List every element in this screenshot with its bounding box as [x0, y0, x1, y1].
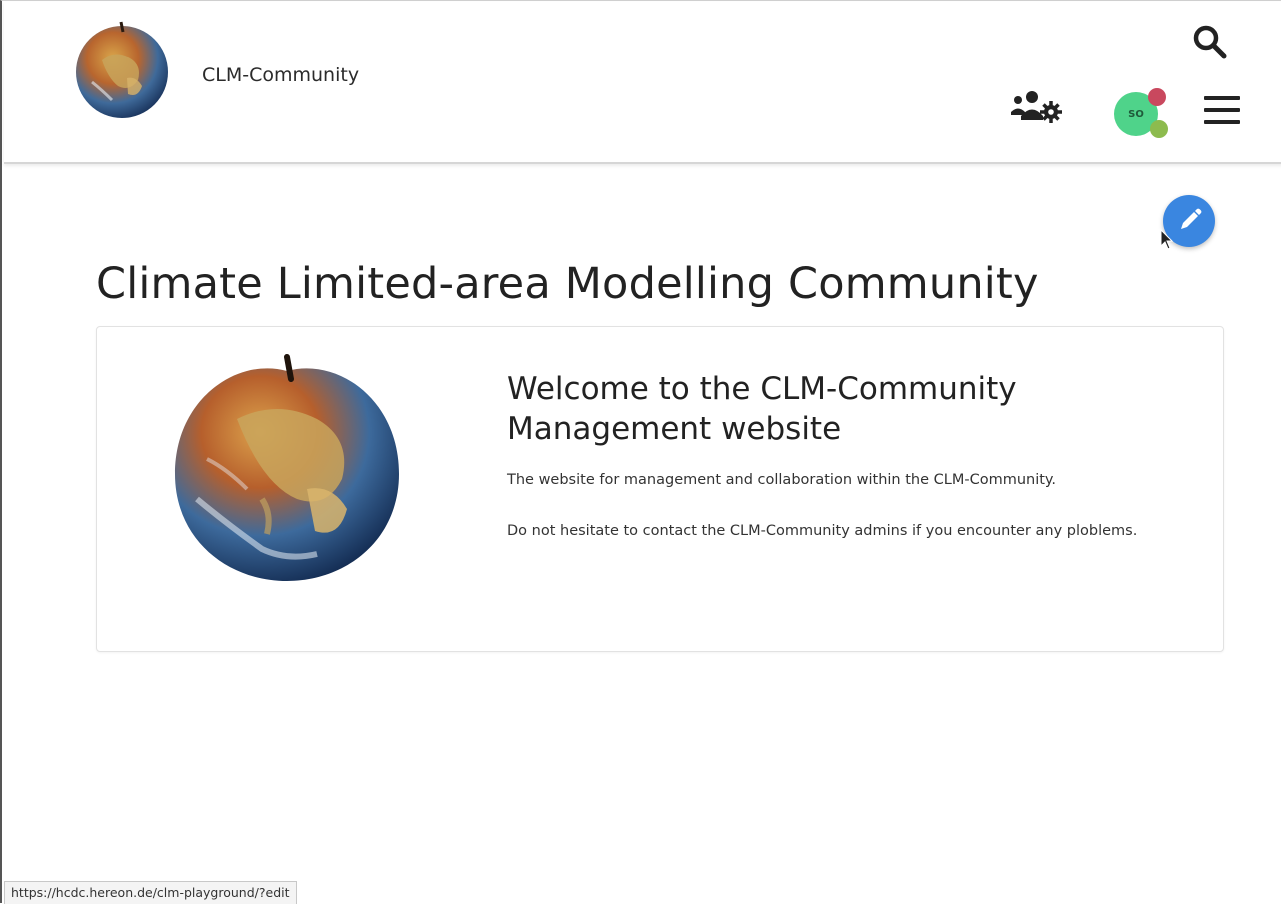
main-menu-button[interactable]	[1202, 92, 1242, 128]
apple-earth-image	[175, 354, 399, 581]
search-icon	[1193, 25, 1227, 59]
groups-settings-button[interactable]	[1010, 88, 1066, 128]
welcome-card: Welcome to the CLM-Community Management …	[96, 326, 1224, 652]
status-bar-url: https://hcdc.hereon.de/clm-playground/?e…	[4, 881, 297, 904]
search-button[interactable]	[1190, 22, 1230, 62]
users-cog-icon	[1011, 91, 1062, 123]
browser-viewport: CLM-Community SO Climate Limited-area Mo…	[0, 0, 1281, 904]
page-title: Climate Limited-area Modelling Community	[96, 259, 1039, 309]
welcome-description: The website for management and collabora…	[507, 472, 1057, 488]
hamburger-menu-icon	[1204, 96, 1240, 124]
contact-note: Do not hesitate to contact the CLM-Commu…	[507, 523, 1138, 539]
avatar-badge-red	[1148, 88, 1166, 106]
brand-name-link[interactable]: CLM-Community	[202, 64, 359, 86]
avatar-badge-green	[1150, 120, 1168, 138]
apple-earth-logo-icon	[76, 21, 168, 118]
brand-logo[interactable]	[72, 20, 172, 120]
user-avatar[interactable]: SO	[1114, 88, 1170, 140]
site-header: CLM-Community SO	[4, 2, 1281, 164]
mouse-cursor-icon	[1160, 229, 1174, 250]
welcome-heading: Welcome to the CLM-Community Management …	[507, 371, 1017, 447]
